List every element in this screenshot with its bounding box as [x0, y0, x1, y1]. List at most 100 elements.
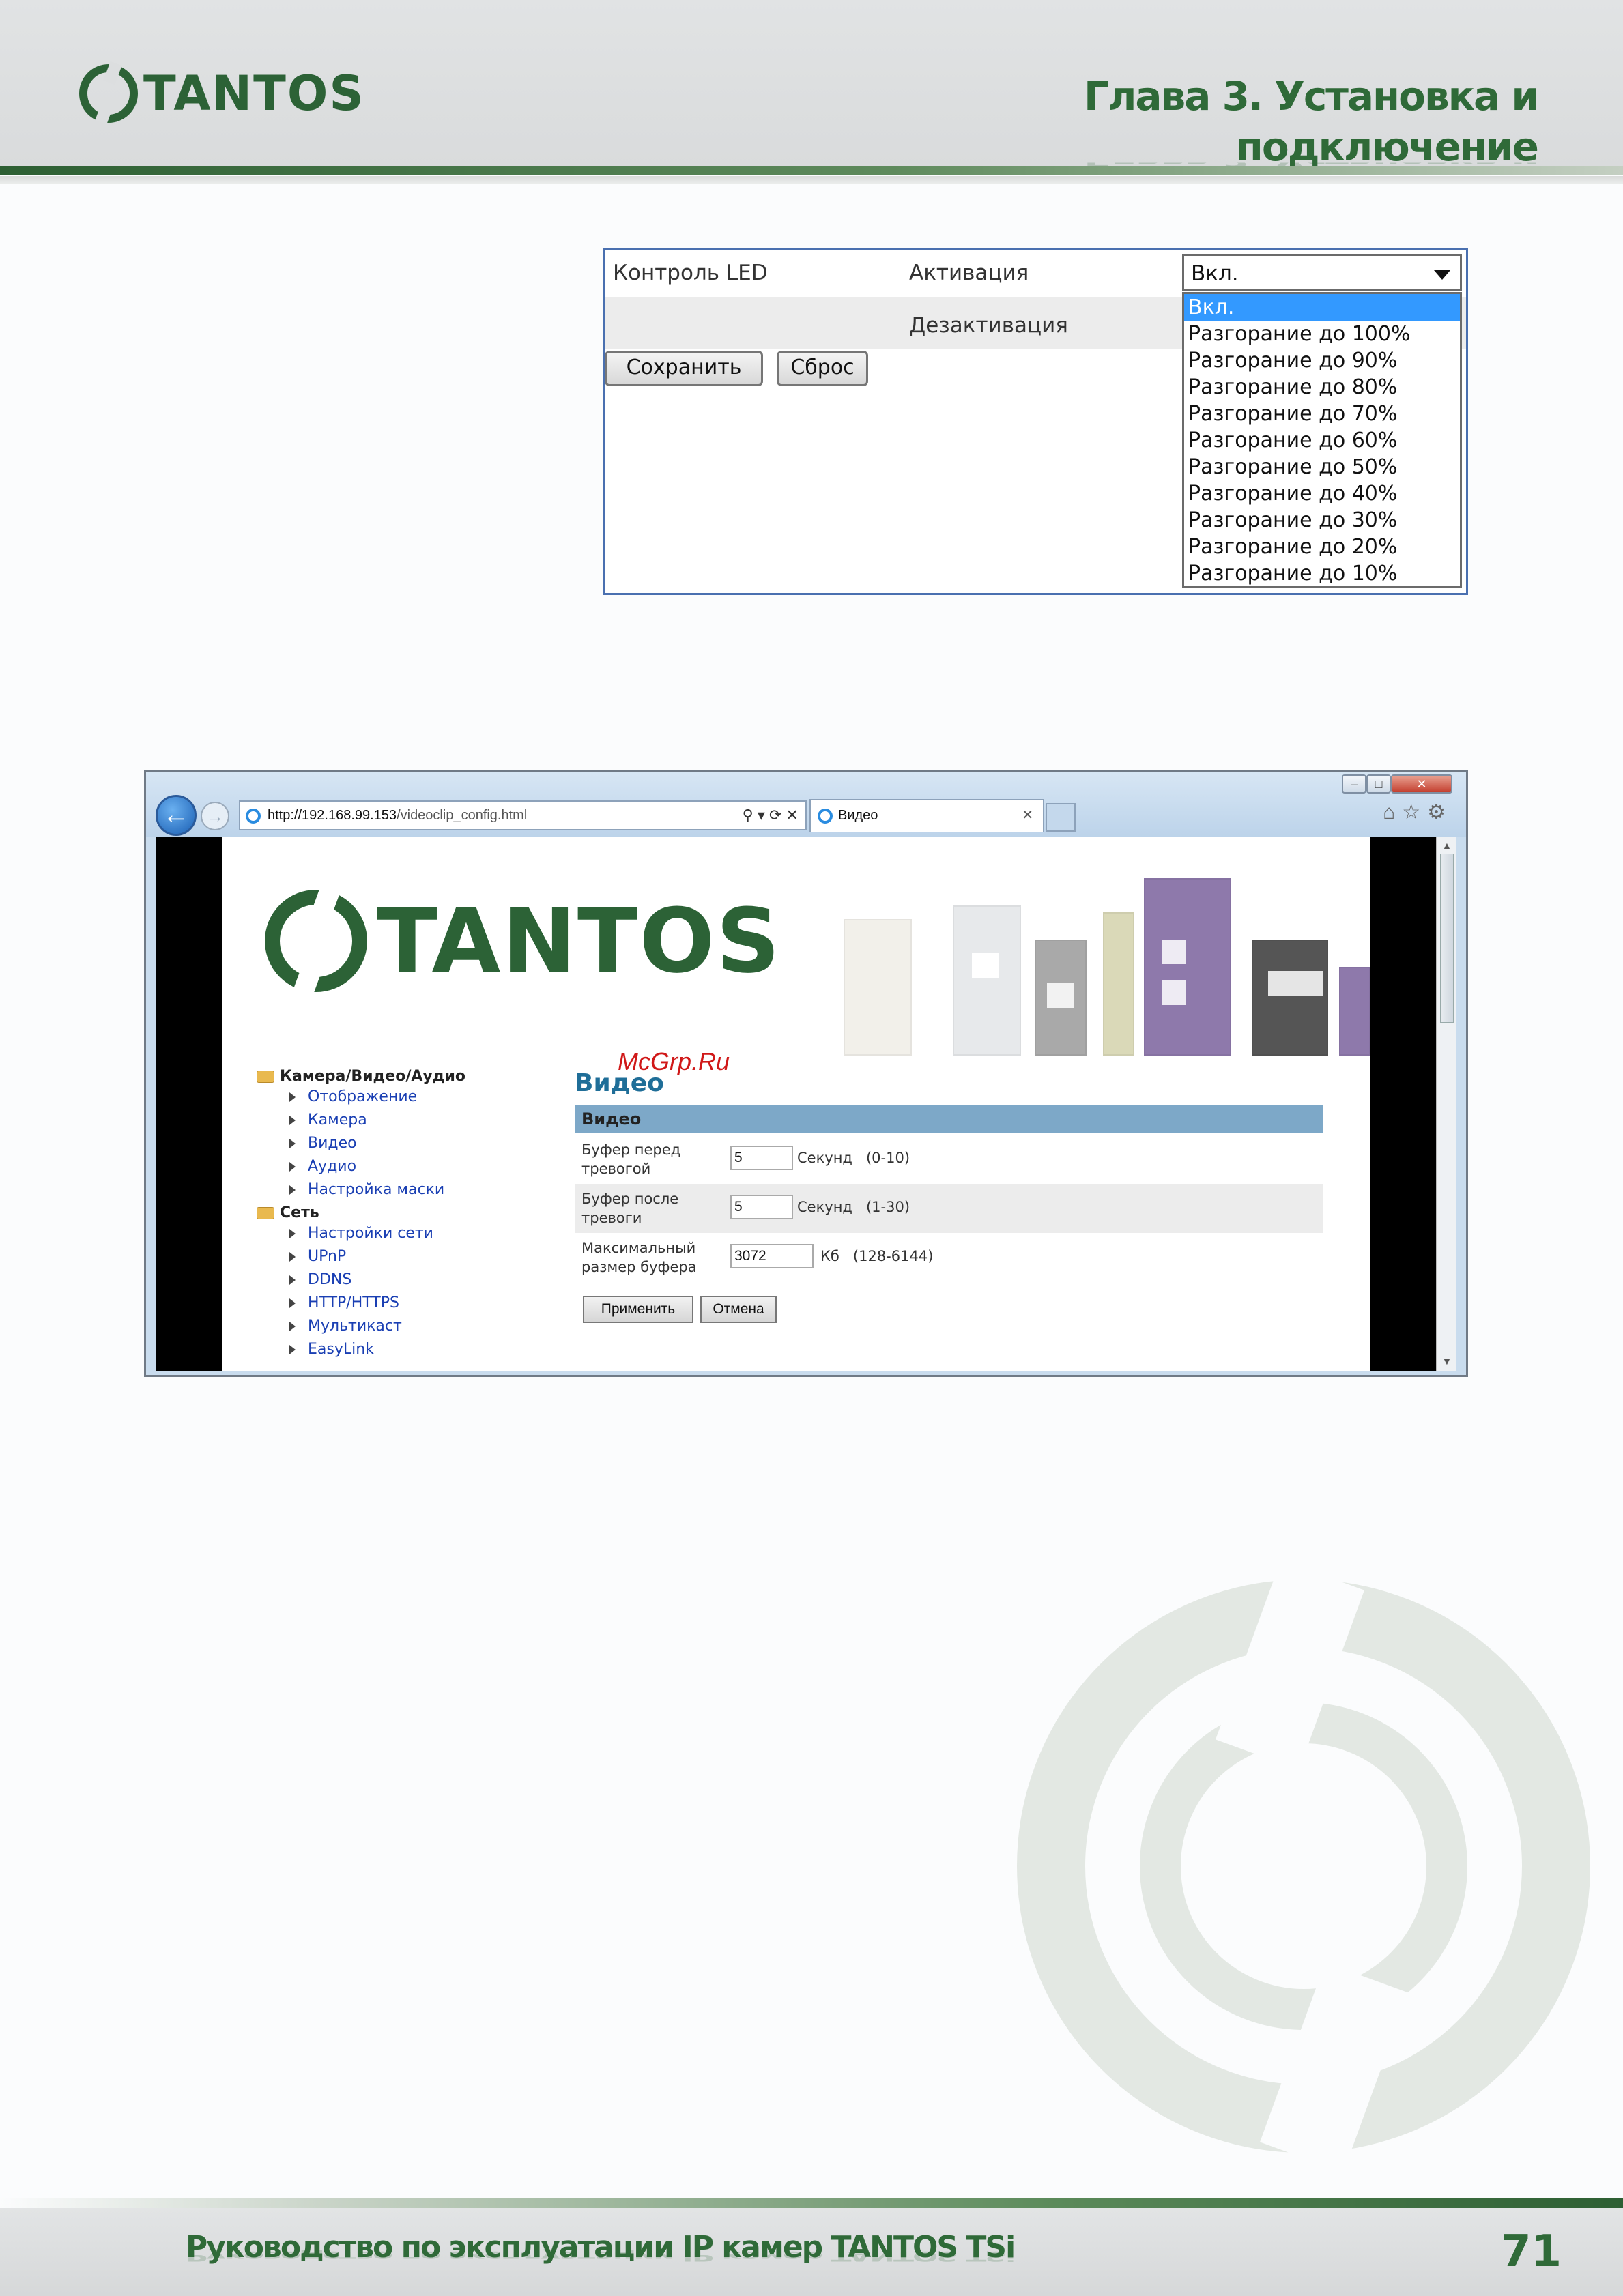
- max-buffer-size-input[interactable]: [730, 1244, 814, 1268]
- menu-item-upnp[interactable]: UPnP: [289, 1248, 346, 1265]
- reset-button[interactable]: Сброс: [777, 351, 868, 386]
- menu-item-http[interactable]: HTTP/HTTPS: [289, 1294, 399, 1311]
- folder-icon: [257, 1071, 274, 1083]
- save-button[interactable]: Сохранить: [605, 351, 763, 386]
- activation-select[interactable]: Вкл.: [1182, 254, 1462, 291]
- setting-label: Буфер перед тревогой: [581, 1142, 681, 1177]
- building-graphic: [1144, 878, 1231, 1056]
- setting-unit: Кб (128-6144): [820, 1248, 933, 1264]
- menu-item-ddns[interactable]: DDNS: [289, 1271, 351, 1288]
- new-tab-button[interactable]: [1046, 803, 1076, 832]
- menu-item-camera[interactable]: Камера: [289, 1111, 367, 1129]
- range-text: (1-30): [865, 1199, 910, 1215]
- scrollbar[interactable]: ▲ ▼: [1436, 837, 1456, 1371]
- chevron-down-icon[interactable]: [1434, 270, 1450, 280]
- site-logo: TANTOS: [265, 884, 781, 998]
- tab-video[interactable]: Видео ✕: [809, 799, 1044, 832]
- setting-row: Максимальный размер буфера Кб (128-6144): [575, 1233, 1323, 1282]
- cancel-button[interactable]: Отмена: [700, 1296, 777, 1323]
- building-graphic: [953, 905, 1021, 1056]
- setting-unit: Секунд (0-10): [797, 1150, 910, 1166]
- browser-toolbar: – □ ✕ ← → http://192.168.99.153/videocli…: [146, 772, 1466, 837]
- section-header: Видео: [575, 1105, 1323, 1133]
- menu-item-multicast[interactable]: Мультикаст: [289, 1318, 402, 1335]
- scroll-down-icon[interactable]: ▼: [1442, 1356, 1452, 1367]
- folder-icon: [257, 1207, 274, 1219]
- pre-alarm-buffer-input[interactable]: [730, 1146, 793, 1170]
- back-arrow-icon[interactable]: ←: [156, 795, 197, 836]
- web-page: TANTOS Камера/Видео/Аудио Отображение Ка…: [222, 837, 1370, 1371]
- forward-arrow-icon[interactable]: →: [201, 802, 229, 830]
- dropdown-option[interactable]: Разгорание до 100%: [1184, 321, 1460, 347]
- setting-unit: Секунд (1-30): [797, 1199, 910, 1215]
- dropdown-option[interactable]: Разгорание до 90%: [1184, 347, 1460, 374]
- menu-group-network[interactable]: Сеть: [257, 1204, 319, 1221]
- menu-group-label: Сеть: [280, 1204, 319, 1221]
- dropdown-option[interactable]: Разгорание до 50%: [1184, 454, 1460, 480]
- menu-group-camera[interactable]: Камера/Видео/Аудио: [257, 1068, 465, 1085]
- range-text: (0-10): [865, 1150, 910, 1166]
- dropdown-option[interactable]: Разгорание до 80%: [1184, 374, 1460, 401]
- dropdown-option[interactable]: Разгорание до 20%: [1184, 534, 1460, 560]
- header-rule: [0, 166, 1623, 175]
- activation-dropdown-list: Вкл. Разгорание до 100% Разгорание до 90…: [1182, 292, 1462, 588]
- url-path: /videoclip_config.html: [397, 808, 528, 823]
- menu-group-label: Камера/Видео/Аудио: [280, 1068, 466, 1085]
- apply-button[interactable]: Применить: [583, 1296, 693, 1323]
- footer-title-reflection: Руководство по эксплуатации IP камер TAN…: [186, 2248, 1015, 2264]
- address-controls-icon[interactable]: ⚲ ▾ ⟳ ✕: [743, 802, 799, 829]
- site-logo-text: TANTOS: [377, 889, 781, 993]
- unit-text: Секунд: [797, 1150, 852, 1166]
- browser-window: – □ ✕ ← → http://192.168.99.153/videocli…: [144, 770, 1468, 1377]
- menu-item-mask[interactable]: Настройка маски: [289, 1181, 444, 1198]
- scroll-thumb[interactable]: [1440, 854, 1454, 1023]
- dropdown-option[interactable]: Разгорание до 40%: [1184, 480, 1460, 507]
- scroll-up-icon[interactable]: ▲: [1442, 840, 1452, 851]
- post-alarm-buffer-input[interactable]: [730, 1195, 793, 1219]
- menu-item-audio[interactable]: Аудио: [289, 1158, 356, 1175]
- menu-item-easylink[interactable]: EasyLink: [289, 1341, 374, 1358]
- tab-label: Видео: [838, 808, 878, 823]
- toolbar-icons[interactable]: ⌂☆⚙: [1383, 800, 1452, 824]
- led-control-panel: Контроль LED Активация Дезактивация Сохр…: [603, 248, 1468, 595]
- header-rule-shadow: [0, 176, 1623, 184]
- brand-logo: TANTOS: [79, 61, 365, 125]
- ie-icon: [818, 809, 833, 824]
- unit-text: Кб: [820, 1248, 839, 1264]
- chapter-title: Глава 3. Установка и подключение: [1083, 73, 1539, 170]
- building-graphic: [844, 919, 912, 1056]
- setting-row: Буфер перед тревогой Секунд (0-10): [575, 1135, 1323, 1184]
- setting-label: Максимальный размер буфера: [581, 1240, 697, 1275]
- dropdown-option[interactable]: Разгорание до 60%: [1184, 427, 1460, 454]
- logo-mark-icon: [79, 61, 138, 125]
- range-text: (128-6144): [852, 1248, 934, 1264]
- close-tab-icon[interactable]: ✕: [1022, 800, 1033, 830]
- minimize-icon[interactable]: –: [1342, 774, 1366, 794]
- url-text[interactable]: http://192.168.99.153/videoclip_config.h…: [268, 802, 527, 829]
- building-graphic: [1103, 912, 1134, 1056]
- close-window-icon[interactable]: ✕: [1391, 774, 1452, 794]
- menu-item-network-settings[interactable]: Настройки сети: [289, 1225, 433, 1242]
- led-control-label: Контроль LED: [613, 261, 768, 285]
- menu-item-display[interactable]: Отображение: [289, 1088, 417, 1105]
- ie-icon: [246, 809, 261, 824]
- building-graphic: [1339, 967, 1370, 1056]
- url-host: http://192.168.99.153: [268, 808, 397, 823]
- dropdown-option[interactable]: Разгорание до 70%: [1184, 401, 1460, 427]
- building-graphic: [1252, 940, 1328, 1056]
- unit-text: Секунд: [797, 1199, 852, 1215]
- activation-label: Активация: [909, 261, 1029, 285]
- page-header: TANTOS Глава 3. Установка и подключение …: [0, 0, 1623, 171]
- setting-row: Буфер после тревоги Секунд (1-30): [575, 1184, 1323, 1233]
- maximize-icon[interactable]: □: [1366, 774, 1391, 794]
- setting-label: Буфер после тревоги: [581, 1191, 679, 1226]
- deactivation-label: Дезактивация: [909, 313, 1068, 338]
- address-bar[interactable]: http://192.168.99.153/videoclip_config.h…: [239, 800, 807, 830]
- footer-rule: [0, 2198, 1623, 2208]
- select-value: Вкл.: [1191, 261, 1239, 286]
- dropdown-option[interactable]: Разгорание до 30%: [1184, 507, 1460, 534]
- menu-item-video[interactable]: Видео: [289, 1135, 357, 1152]
- dropdown-option[interactable]: Вкл.: [1184, 294, 1460, 321]
- dropdown-option[interactable]: Разгорание до 10%: [1184, 560, 1460, 587]
- page-number: 71: [1500, 2226, 1562, 2277]
